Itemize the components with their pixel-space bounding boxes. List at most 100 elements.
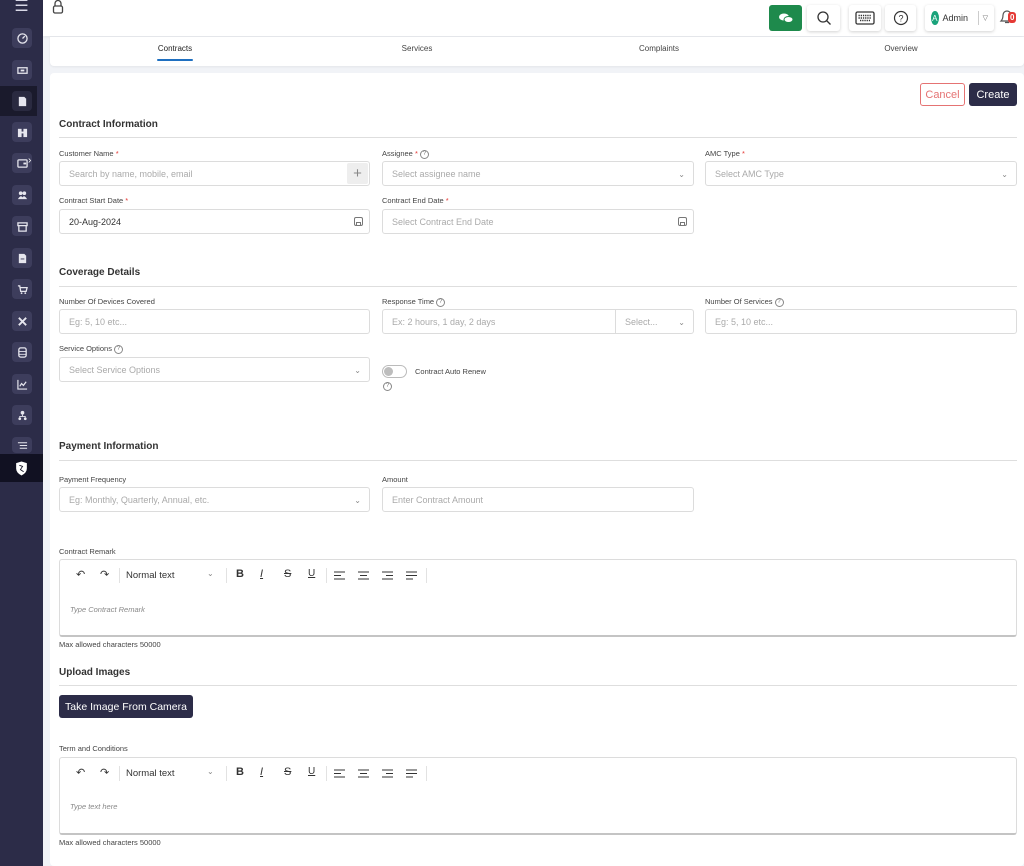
align-justify-icon[interactable] <box>406 571 417 580</box>
sidebar-item-cart[interactable] <box>12 279 32 299</box>
tab-services[interactable]: Services <box>402 44 433 53</box>
sidebar-item-binoculars[interactable] <box>12 122 32 142</box>
align-left-icon[interactable] <box>334 769 345 778</box>
document-icon <box>18 96 26 106</box>
response-unit-select[interactable]: Select... <box>625 317 658 327</box>
service-options-select[interactable]: Select Service Options ⌄ <box>59 357 370 382</box>
customer-search-input[interactable]: Search by name, mobile, email + <box>59 161 370 186</box>
add-customer-button[interactable]: + <box>347 163 368 184</box>
shield-button[interactable] <box>0 454 43 482</box>
sidebar-item-reports[interactable] <box>12 374 32 394</box>
calendar-icon[interactable] <box>678 217 687 226</box>
org-icon <box>17 410 27 420</box>
chat-button[interactable] <box>769 5 802 31</box>
cancel-button[interactable]: Cancel <box>920 83 965 106</box>
tab-overview[interactable]: Overview <box>884 44 917 53</box>
divider <box>426 766 427 781</box>
help-button[interactable]: ? <box>885 5 916 31</box>
undo-icon[interactable]: ↶ <box>76 766 85 779</box>
divider <box>59 286 1017 287</box>
remark-char-limit: Max allowed characters 50000 <box>59 640 161 649</box>
help-icon[interactable]: ? <box>419 149 429 159</box>
auto-renew-toggle[interactable] <box>382 365 407 378</box>
align-center-icon[interactable] <box>358 769 369 778</box>
amount-input[interactable]: Enter Contract Amount <box>382 487 694 512</box>
hamburger-icon[interactable]: ☰ <box>0 0 43 18</box>
help-icon[interactable]: ? <box>436 297 446 307</box>
sidebar-item-tools[interactable] <box>12 311 32 331</box>
tab-bar: Contracts Services Complaints Overview <box>50 37 1024 66</box>
bold-button[interactable]: B <box>236 766 244 778</box>
payment-frequency-select[interactable]: Eg: Monthly, Quarterly, Annual, etc. ⌄ <box>59 487 370 512</box>
help-icon[interactable]: ? <box>383 382 392 391</box>
tab-complaints[interactable]: Complaints <box>639 44 679 53</box>
divider <box>59 685 1017 686</box>
undo-icon[interactable]: ↶ <box>76 568 85 581</box>
redo-icon[interactable]: ↷ <box>100 766 109 779</box>
database-icon <box>17 346 27 358</box>
caret-down-icon[interactable]: ▽ <box>983 14 988 22</box>
italic-button[interactable]: I <box>260 568 263 580</box>
sidebar-item-customers[interactable] <box>12 185 32 205</box>
devices-input[interactable]: Eg: 5, 10 etc... <box>59 309 370 334</box>
align-right-icon[interactable] <box>382 769 393 778</box>
sidebar-item-store[interactable] <box>12 216 32 236</box>
placeholder: Eg: 5, 10 etc... <box>715 316 774 327</box>
remark-editor[interactable]: ↶ ↷ Normal text ⌄ B I S U Type Contract … <box>59 559 1017 637</box>
keyboard-button[interactable] <box>849 5 881 31</box>
response-time-input[interactable]: Ex: 2 hours, 1 day, 2 days Select... ⌄ <box>382 309 694 334</box>
chevron-down-icon: ⌄ <box>207 767 214 776</box>
chevron-down-icon: ⌄ <box>354 496 361 505</box>
start-date-input[interactable]: 20-Aug-2024 <box>59 209 370 234</box>
amount-label: Amount <box>382 475 408 484</box>
align-right-icon[interactable] <box>382 571 393 580</box>
align-justify-icon[interactable] <box>406 769 417 778</box>
search-button[interactable] <box>807 5 840 31</box>
create-button[interactable]: Create <box>969 83 1017 106</box>
sidebar-item-invoices[interactable] <box>12 248 32 268</box>
align-left-icon[interactable] <box>334 571 345 580</box>
divider <box>426 568 427 583</box>
help-icon[interactable]: ? <box>774 297 784 307</box>
placeholder: Eg: 5, 10 etc... <box>69 316 128 327</box>
sidebar-item-hierarchy[interactable] <box>12 405 32 425</box>
align-center-icon[interactable] <box>358 571 369 580</box>
terms-label: Term and Conditions <box>59 744 128 753</box>
services-count-input[interactable]: Eg: 5, 10 etc... <box>705 309 1017 334</box>
chevron-down-icon: ⌄ <box>1001 170 1008 179</box>
sidebar-item-database[interactable] <box>12 342 32 362</box>
text-style-select[interactable]: Normal text <box>126 768 175 779</box>
customer-name-label: Customer Name * <box>59 149 119 158</box>
assignee-label: Assignee *? <box>382 149 429 159</box>
section-title-coverage: Coverage Details <box>59 267 141 278</box>
italic-button[interactable]: I <box>260 766 263 778</box>
gauge-icon <box>16 32 28 44</box>
tab-contracts[interactable]: Contracts <box>158 44 192 53</box>
user-name: Admin <box>942 13 969 23</box>
divider <box>119 766 120 781</box>
help-icon[interactable]: ? <box>113 344 123 354</box>
svg-text:?: ? <box>898 14 903 24</box>
assignee-select[interactable]: Select assignee name ⌄ <box>382 161 694 186</box>
cart-icon <box>17 284 28 294</box>
sidebar-item-contracts[interactable] <box>0 86 37 116</box>
calendar-icon[interactable] <box>354 217 363 226</box>
chart-icon <box>16 379 27 390</box>
strikethrough-button[interactable]: S <box>284 568 291 580</box>
take-image-camera-button[interactable]: Take Image From Camera <box>59 695 193 718</box>
end-date-input[interactable]: Select Contract End Date <box>382 209 694 234</box>
terms-editor[interactable]: ↶ ↷ Normal text ⌄ B I S U Type text here <box>59 757 1017 835</box>
underline-button[interactable]: U <box>308 568 315 579</box>
sidebar-item-dashboard[interactable] <box>12 28 32 48</box>
user-menu[interactable]: A Admin ▽ <box>925 5 994 31</box>
underline-button[interactable]: U <box>308 766 315 777</box>
text-style-select[interactable]: Normal text <box>126 570 175 581</box>
redo-icon[interactable]: ↷ <box>100 568 109 581</box>
divider <box>59 460 1017 461</box>
bold-button[interactable]: B <box>236 568 244 580</box>
lock-icon[interactable] <box>51 0 65 14</box>
sidebar-item-settings-list[interactable] <box>12 437 32 453</box>
amc-type-select[interactable]: Select AMC Type ⌄ <box>705 161 1017 186</box>
strikethrough-button[interactable]: S <box>284 766 291 778</box>
sidebar-item-tickets[interactable] <box>12 60 32 80</box>
